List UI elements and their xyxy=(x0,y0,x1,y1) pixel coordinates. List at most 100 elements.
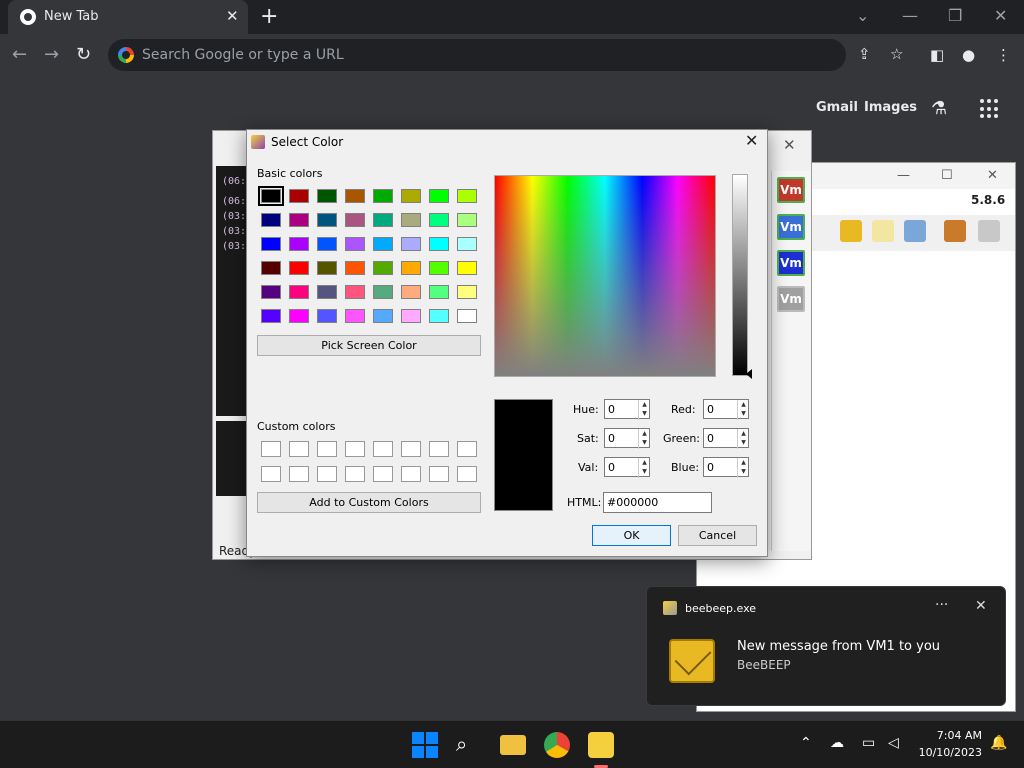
basic-color-swatch[interactable] xyxy=(429,309,449,323)
hue-spinner[interactable]: ▲ ▼ xyxy=(638,400,650,420)
basic-color-swatch[interactable] xyxy=(261,285,281,299)
basic-color-swatch[interactable] xyxy=(429,189,449,203)
basic-color-swatch[interactable] xyxy=(345,261,365,275)
basic-color-swatch[interactable] xyxy=(317,261,337,275)
basic-color-swatch[interactable] xyxy=(401,189,421,203)
basic-color-swatch[interactable] xyxy=(373,213,393,227)
basic-color-swatch[interactable] xyxy=(345,237,365,251)
notification-bell-icon[interactable]: 🔔 xyxy=(990,735,1007,751)
basic-color-swatch[interactable] xyxy=(429,237,449,251)
message-icon[interactable] xyxy=(840,220,862,242)
display-icon[interactable]: ▭ xyxy=(862,735,875,751)
basic-color-swatch[interactable] xyxy=(373,285,393,299)
basic-color-swatch[interactable] xyxy=(345,213,365,227)
custom-color-swatch[interactable] xyxy=(317,441,337,457)
custom-color-swatch[interactable] xyxy=(345,466,365,482)
omnibox-input[interactable] xyxy=(142,45,832,65)
maximize-icon[interactable]: ☐ xyxy=(941,168,953,183)
close-icon[interactable]: ✕ xyxy=(783,136,796,154)
close-window-icon[interactable]: ✕ xyxy=(994,6,1007,25)
dialog-close-icon[interactable]: ✕ xyxy=(745,131,758,150)
profile-icon[interactable]: ● xyxy=(962,46,975,64)
basic-color-swatch[interactable] xyxy=(261,309,281,323)
custom-color-swatch[interactable] xyxy=(457,466,477,482)
more-options-icon[interactable]: ··· xyxy=(935,597,948,613)
basic-color-swatch[interactable] xyxy=(457,237,477,251)
vm-button-3[interactable]: Vm xyxy=(777,250,805,276)
green-spinner[interactable]: ▲ ▼ xyxy=(737,429,749,449)
basic-color-swatch[interactable] xyxy=(289,309,309,323)
vm-button-4[interactable]: Vm xyxy=(777,286,805,312)
basic-color-swatch[interactable] xyxy=(457,261,477,275)
custom-color-swatch[interactable] xyxy=(317,466,337,482)
basic-color-swatch[interactable] xyxy=(317,285,337,299)
blue-spinner[interactable]: ▲ ▼ xyxy=(737,458,749,478)
share-icon[interactable]: ⇪ xyxy=(858,45,871,63)
basic-color-swatch[interactable] xyxy=(373,309,393,323)
edit-icon[interactable] xyxy=(872,220,894,242)
labs-icon[interactable]: ⚗ xyxy=(931,98,947,119)
val-spinner[interactable]: ▲ ▼ xyxy=(638,458,650,478)
trash-icon[interactable] xyxy=(978,220,1000,242)
custom-color-swatch[interactable] xyxy=(457,441,477,457)
basic-color-swatch[interactable] xyxy=(373,189,393,203)
custom-color-swatch[interactable] xyxy=(401,441,421,457)
menu-icon[interactable]: ⋮ xyxy=(996,46,1011,64)
chrome-taskbar-icon[interactable] xyxy=(544,732,570,758)
tools-icon[interactable] xyxy=(904,220,926,242)
basic-color-swatch[interactable] xyxy=(345,309,365,323)
red-spinner[interactable]: ▲ ▼ xyxy=(737,400,749,420)
basic-color-swatch[interactable] xyxy=(261,261,281,275)
restore-icon[interactable]: ❐ xyxy=(948,6,962,25)
network-icon[interactable]: ☁ xyxy=(830,735,844,751)
custom-color-swatch[interactable] xyxy=(289,441,309,457)
images-link[interactable]: Images xyxy=(864,100,917,115)
basic-color-swatch[interactable] xyxy=(401,261,421,275)
basic-color-swatch[interactable] xyxy=(261,213,281,227)
basic-color-swatch[interactable] xyxy=(317,189,337,203)
minimize-icon[interactable]: — xyxy=(902,6,918,25)
forward-icon[interactable]: → xyxy=(44,44,59,65)
bookmark-star-icon[interactable]: ☆ xyxy=(890,45,903,63)
custom-color-swatch[interactable] xyxy=(373,441,393,457)
basic-color-swatch[interactable] xyxy=(289,213,309,227)
chat-input[interactable] xyxy=(216,421,250,496)
basic-color-swatch[interactable] xyxy=(317,237,337,251)
basic-color-swatch[interactable] xyxy=(345,189,365,203)
basic-color-swatch[interactable] xyxy=(289,237,309,251)
basic-color-swatch[interactable] xyxy=(317,213,337,227)
basic-color-swatch[interactable] xyxy=(457,189,477,203)
new-tab-button[interactable]: + xyxy=(260,4,278,29)
beebeep-taskbar-icon[interactable] xyxy=(588,732,614,758)
basic-color-swatch[interactable] xyxy=(345,285,365,299)
cancel-button[interactable]: Cancel xyxy=(678,525,757,546)
basic-color-swatch[interactable] xyxy=(429,285,449,299)
toast-notification[interactable]: beebeep.exe ··· ✕ New message from VM1 t… xyxy=(646,586,1006,706)
luminance-slider[interactable] xyxy=(732,174,748,376)
close-icon[interactable]: ✕ xyxy=(987,168,998,183)
toast-close-icon[interactable]: ✕ xyxy=(975,598,987,614)
reload-icon[interactable]: ↻ xyxy=(76,44,91,65)
basic-color-swatch[interactable] xyxy=(457,309,477,323)
basic-color-swatch[interactable] xyxy=(289,189,309,203)
side-panel-icon[interactable]: ◧ xyxy=(930,46,944,64)
tab-search-icon[interactable]: ⌄ xyxy=(856,6,869,25)
minimize-icon[interactable]: — xyxy=(897,168,910,183)
file-explorer-icon[interactable] xyxy=(500,735,526,755)
ok-button[interactable]: OK xyxy=(592,525,671,546)
clock-date[interactable]: 10/10/2023 xyxy=(914,746,982,759)
basic-color-swatch[interactable] xyxy=(289,285,309,299)
html-input[interactable] xyxy=(603,492,712,513)
back-icon[interactable]: ← xyxy=(12,44,27,65)
pick-screen-color-button[interactable]: Pick Screen Color xyxy=(257,335,481,356)
basic-color-swatch[interactable] xyxy=(457,285,477,299)
start-icon[interactable] xyxy=(412,732,438,758)
apps-grid-icon[interactable] xyxy=(980,99,1000,119)
basic-color-swatch[interactable] xyxy=(401,285,421,299)
basic-color-swatch[interactable] xyxy=(373,261,393,275)
custom-color-swatch[interactable] xyxy=(345,441,365,457)
basic-color-swatch[interactable] xyxy=(258,186,284,206)
basic-color-swatch[interactable] xyxy=(429,213,449,227)
add-to-custom-colors-button[interactable]: Add to Custom Colors xyxy=(257,492,481,513)
clock-time[interactable]: 7:04 AM xyxy=(930,729,982,742)
